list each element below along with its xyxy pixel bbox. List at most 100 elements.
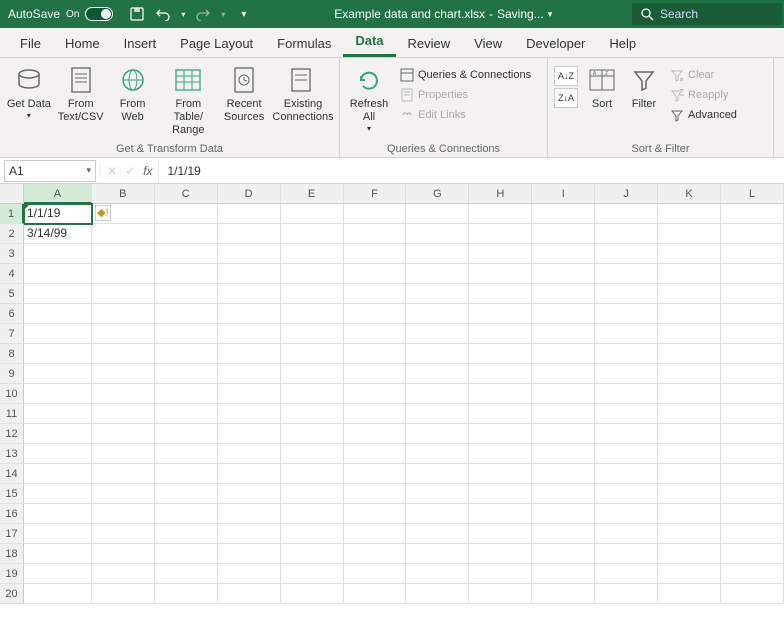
filter-button[interactable]: Filter [624,62,664,113]
row-header-8[interactable]: 8 [0,344,24,364]
cell-G7[interactable] [406,324,469,344]
cell-B13[interactable] [92,444,155,464]
cell-A8[interactable] [24,344,92,364]
cell-C12[interactable] [155,424,218,444]
cell-H8[interactable] [469,344,532,364]
cell-F4[interactable] [344,264,407,284]
cell-L4[interactable] [721,264,784,284]
get-data-button[interactable]: Get Data▾ [4,62,54,123]
cell-I17[interactable] [532,524,595,544]
cell-L5[interactable] [721,284,784,304]
cell-L3[interactable] [721,244,784,264]
cell-H6[interactable] [469,304,532,324]
cell-I4[interactable] [532,264,595,284]
cell-H16[interactable] [469,504,532,524]
cell-L14[interactable] [721,464,784,484]
tab-help[interactable]: Help [597,30,648,57]
enter-icon[interactable]: ✓ [125,164,135,178]
cell-G14[interactable] [406,464,469,484]
cell-D1[interactable] [218,204,281,224]
cell-H7[interactable] [469,324,532,344]
cell-G18[interactable] [406,544,469,564]
from-table-range-button[interactable]: From Table/ Range [159,62,217,140]
cell-H3[interactable] [469,244,532,264]
cell-G2[interactable] [406,224,469,244]
cell-E1[interactable] [281,204,344,224]
cell-F13[interactable] [344,444,407,464]
cell-B20[interactable] [92,584,155,604]
row-header-20[interactable]: 20 [0,584,24,604]
cell-H4[interactable] [469,264,532,284]
cell-H10[interactable] [469,384,532,404]
cell-A5[interactable] [24,284,92,304]
cell-H19[interactable] [469,564,532,584]
cell-H5[interactable] [469,284,532,304]
cell-F8[interactable] [344,344,407,364]
cell-I12[interactable] [532,424,595,444]
col-header-B[interactable]: B [92,184,155,204]
cell-G15[interactable] [406,484,469,504]
cell-K17[interactable] [658,524,721,544]
cell-H1[interactable] [469,204,532,224]
row-header-17[interactable]: 17 [0,524,24,544]
cell-L18[interactable] [721,544,784,564]
cell-G5[interactable] [406,284,469,304]
cell-D17[interactable] [218,524,281,544]
cell-D9[interactable] [218,364,281,384]
cell-D16[interactable] [218,504,281,524]
title-dropdown-icon[interactable]: ▾ [548,9,553,20]
cell-K18[interactable] [658,544,721,564]
cell-C18[interactable] [155,544,218,564]
cell-F20[interactable] [344,584,407,604]
cell-K2[interactable] [658,224,721,244]
cell-K6[interactable] [658,304,721,324]
cell-J13[interactable] [595,444,658,464]
name-box-dropdown-icon[interactable]: ▾ [86,165,91,176]
cell-E6[interactable] [281,304,344,324]
cell-B12[interactable] [92,424,155,444]
cell-L13[interactable] [721,444,784,464]
cell-E2[interactable] [281,224,344,244]
cell-I2[interactable] [532,224,595,244]
cell-L16[interactable] [721,504,784,524]
cell-C4[interactable] [155,264,218,284]
col-header-A[interactable]: A [24,184,92,204]
cell-B2[interactable] [92,224,155,244]
cell-I6[interactable] [532,304,595,324]
fx-icon[interactable]: fx [143,164,152,178]
cell-I3[interactable] [532,244,595,264]
cell-J2[interactable] [595,224,658,244]
tab-file[interactable]: File [8,30,53,57]
sort-asc-button[interactable]: A↓Z [554,66,578,86]
cell-G8[interactable] [406,344,469,364]
cell-C13[interactable] [155,444,218,464]
row-header-7[interactable]: 7 [0,324,24,344]
cell-H17[interactable] [469,524,532,544]
cell-I16[interactable] [532,504,595,524]
tab-home[interactable]: Home [53,30,112,57]
cell-A13[interactable] [24,444,92,464]
cell-A19[interactable] [24,564,92,584]
cell-L12[interactable] [721,424,784,444]
cell-B17[interactable] [92,524,155,544]
cell-K10[interactable] [658,384,721,404]
cell-D13[interactable] [218,444,281,464]
cell-L8[interactable] [721,344,784,364]
cell-H15[interactable] [469,484,532,504]
row-header-1[interactable]: 1 [0,204,24,224]
cell-K5[interactable] [658,284,721,304]
row-header-2[interactable]: 2 [0,224,24,244]
cell-L19[interactable] [721,564,784,584]
undo-dropdown-icon[interactable]: ▾ [181,10,185,19]
cell-A11[interactable] [24,404,92,424]
cell-I5[interactable] [532,284,595,304]
cell-A17[interactable] [24,524,92,544]
cell-B14[interactable] [92,464,155,484]
from-text-csv-button[interactable]: From Text/CSV [56,62,106,126]
cell-L1[interactable] [721,204,784,224]
cell-E8[interactable] [281,344,344,364]
cell-B3[interactable] [92,244,155,264]
redo-icon[interactable] [195,6,211,22]
properties-button[interactable]: Properties [396,86,535,104]
cell-J16[interactable] [595,504,658,524]
